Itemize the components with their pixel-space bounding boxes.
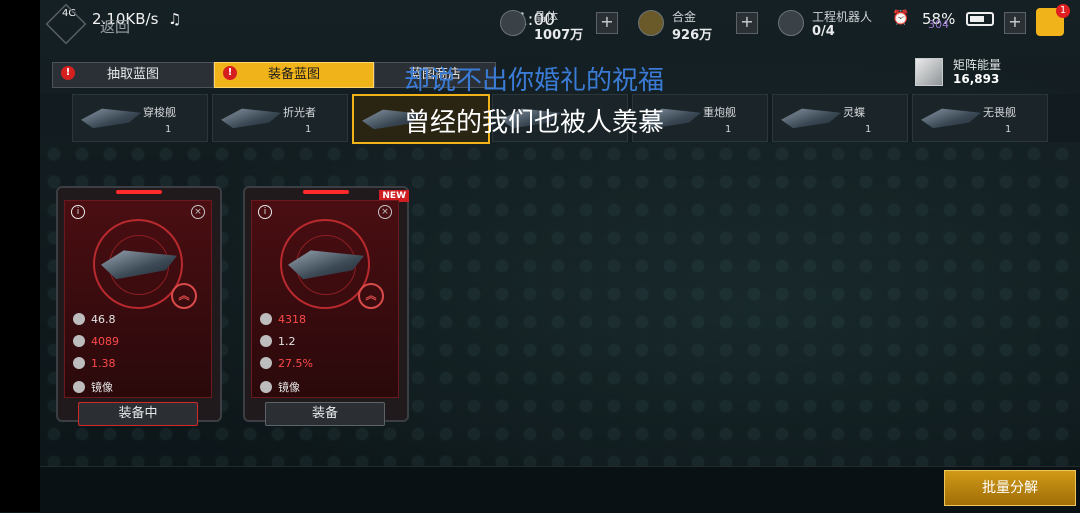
add-alloy-button[interactable]: + <box>736 12 758 34</box>
ship-icon <box>221 108 281 129</box>
info-icon[interactable]: i <box>71 205 85 219</box>
armor-icon <box>73 335 85 347</box>
ship-item[interactable]: 折光者 1 <box>212 94 348 142</box>
ship-icon <box>81 108 141 129</box>
close-icon[interactable]: × <box>378 205 392 219</box>
stat-row: 4318 <box>260 313 306 326</box>
stat-row: 1.2 <box>260 335 296 348</box>
ship-icon <box>921 108 981 129</box>
ship-name: 折光者 <box>283 106 316 119</box>
resource-alloy: 合金 926万 <box>638 6 738 43</box>
stat-value: 46.8 <box>91 313 116 326</box>
stat-row: 镜像 <box>260 379 300 395</box>
ship-item[interactable]: 穿梭舰 1 <box>72 94 208 142</box>
stat-value: 镜像 <box>91 381 113 394</box>
add-robot-button[interactable]: + <box>1004 12 1026 34</box>
resource-label: 工程机器人 <box>812 10 873 24</box>
batch-dismantle-button[interactable]: 批量分解 <box>944 470 1076 506</box>
ship-count: 1 <box>305 124 312 135</box>
stat-value: 1.38 <box>91 357 116 370</box>
resource-value: 0/4 <box>812 24 835 39</box>
extra-count: 304 <box>928 18 949 31</box>
resource-robot: 工程机器人 0/4 <box>778 6 888 39</box>
equipped-button[interactable]: 装备中 <box>78 402 198 426</box>
alloy-icon <box>638 10 664 36</box>
left-black-bar <box>0 0 40 512</box>
ship-name: 穿梭舰 <box>143 106 176 119</box>
bottom-strip <box>40 466 1080 513</box>
lyric-line-2: 曾经的我们也被人羡慕 <box>404 108 665 138</box>
add-crystal-button[interactable]: + <box>596 12 618 34</box>
alert-icon: ! <box>223 66 237 80</box>
resource-crystal: 晶体 1007万 <box>500 6 600 43</box>
stat-row: 27.5% <box>260 357 313 370</box>
ship-count: 1 <box>725 124 732 135</box>
crystal-icon <box>500 10 526 36</box>
mirror-icon <box>260 381 272 393</box>
card-body: i × ︽ 4318 1.2 27.5% 镜像 <box>251 200 399 398</box>
speed-icon <box>73 357 85 369</box>
music-icon: ♫ <box>168 10 182 28</box>
close-icon[interactable]: × <box>191 205 205 219</box>
stat-row: 1.38 <box>73 357 116 370</box>
rank-chevron-icon: ︽ <box>358 283 384 309</box>
ship-count: 1 <box>165 124 172 135</box>
ship-name: 重炮舰 <box>703 106 736 119</box>
lyric-line-1: 却说不出你婚礼的祝福 <box>404 66 665 96</box>
resource-label: 晶体 <box>534 10 559 24</box>
energy-label: 矩阵能量 <box>953 58 1002 72</box>
tab-label: 装备蓝图 <box>267 67 320 82</box>
stat-value: 镜像 <box>278 381 300 394</box>
ship-item[interactable]: 灵蝶 1 <box>772 94 908 142</box>
card-top-indicator <box>116 190 162 194</box>
ship-count: 1 <box>1005 124 1012 135</box>
resource-value: 1007万 <box>534 28 584 43</box>
matrix-energy: 矩阵能量 16,893 <box>915 56 1055 88</box>
armor-icon <box>260 313 272 325</box>
resource-label: 合金 <box>672 10 697 24</box>
stat-value: 4089 <box>91 335 119 348</box>
stat-row: 46.8 <box>73 313 116 326</box>
rank-chevron-icon: ︽ <box>171 283 197 309</box>
ship-icon <box>781 108 841 129</box>
energy-value: 16,893 <box>953 72 1000 86</box>
firepower-icon <box>73 313 85 325</box>
ship-item[interactable]: 无畏舰 1 <box>912 94 1048 142</box>
robot-icon <box>778 10 804 36</box>
equip-button[interactable]: 装备 <box>265 402 385 426</box>
alarm-icon: ⏰ <box>892 10 910 26</box>
speed-icon <box>260 335 272 347</box>
tab-draw-blueprint[interactable]: ! 抽取蓝图 <box>52 62 214 88</box>
stat-value: 27.5% <box>278 357 313 370</box>
back-label: 返回 <box>100 18 131 36</box>
ship-name: 无畏舰 <box>983 106 1016 119</box>
mirror-icon <box>73 381 85 393</box>
ship-name: 灵蝶 <box>843 106 865 119</box>
tab-equip-blueprint[interactable]: ! 装备蓝图 <box>214 62 374 88</box>
card-top-indicator <box>303 190 349 194</box>
ship-count: 1 <box>865 124 872 135</box>
cart-badge: 1 <box>1056 4 1070 18</box>
blueprint-card[interactable]: i × ︽ 46.8 4089 1.38 镜像 装备中 <box>56 186 222 426</box>
info-icon[interactable]: i <box>258 205 272 219</box>
stat-row: 4089 <box>73 335 119 348</box>
card-body: i × ︽ 46.8 4089 1.38 镜像 <box>64 200 212 398</box>
resource-value: 926万 <box>672 28 713 43</box>
alert-icon: ! <box>61 66 75 80</box>
battery-icon <box>966 12 994 26</box>
tab-label: 抽取蓝图 <box>106 67 159 82</box>
stat-row: 镜像 <box>73 379 113 395</box>
energy-cube-icon <box>915 58 943 86</box>
crit-icon <box>260 357 272 369</box>
stat-value: 1.2 <box>278 335 296 348</box>
stat-value: 4318 <box>278 313 306 326</box>
blueprint-card[interactable]: NEW i × ︽ 4318 1.2 27.5% 镜像 装备 <box>243 186 409 426</box>
